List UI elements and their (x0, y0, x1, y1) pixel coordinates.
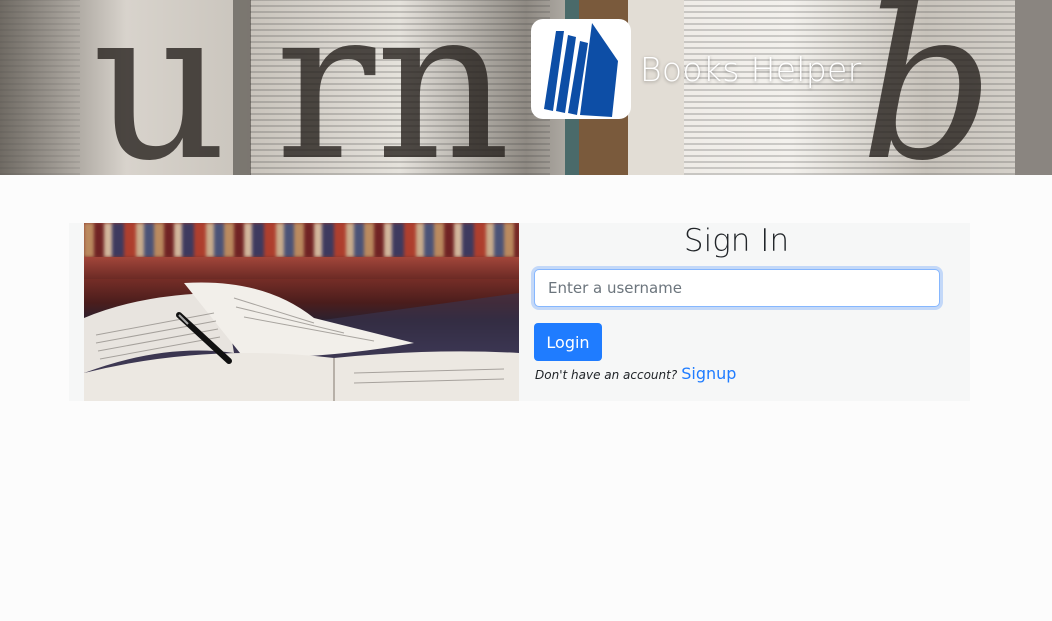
signup-prompt: Don't have an account? Signup (535, 364, 736, 383)
books-logo-icon (531, 19, 631, 119)
signup-link[interactable]: Signup (681, 364, 736, 383)
username-input[interactable] (534, 269, 940, 307)
header-banner: u rn b Books Helper (0, 0, 1052, 175)
no-account-text: Don't have an account? (535, 368, 678, 382)
open-book-photo (84, 223, 519, 401)
brand[interactable]: Books Helper (531, 19, 861, 119)
signin-card: Sign In Login Don't have an account? Sig… (69, 223, 970, 401)
login-button[interactable]: Login (534, 323, 602, 361)
signin-form: Sign In Login Don't have an account? Sig… (519, 223, 970, 401)
brand-title: Books Helper (640, 49, 862, 89)
page-title: Sign In (683, 223, 790, 259)
